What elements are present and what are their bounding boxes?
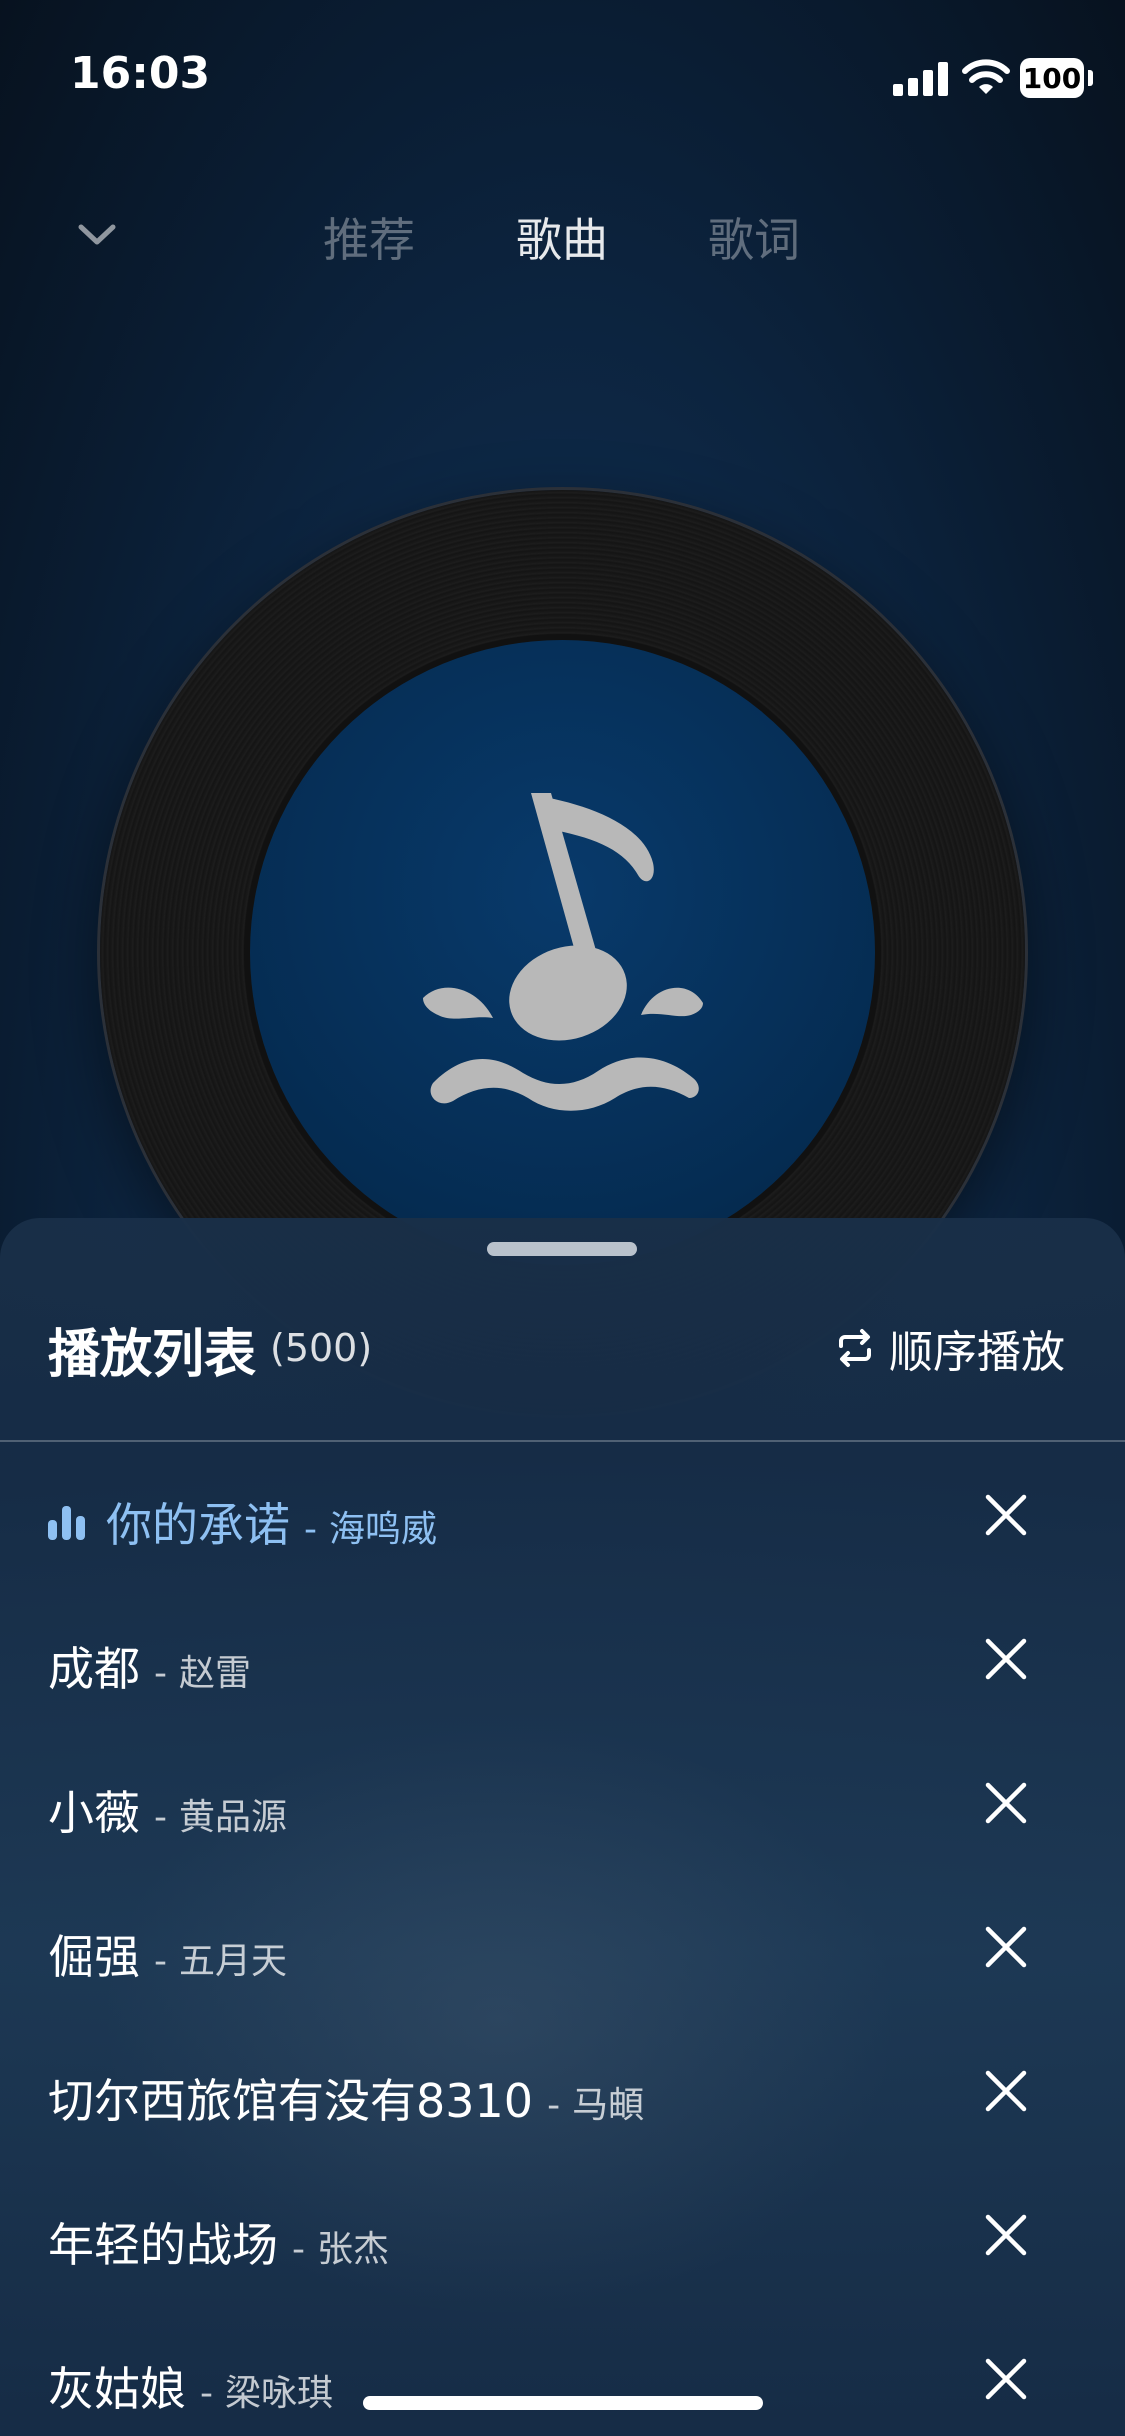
wifi-icon [962, 59, 1010, 94]
playlist-title: 播放列表 [48, 1325, 257, 1385]
song-info: 切尔西旅馆有没有8310 - 马頔 [48, 2065, 644, 2131]
collapse-button[interactable] [72, 210, 122, 260]
song-info: 倔强 - 五月天 [48, 1921, 287, 1987]
chevron-down-icon [78, 224, 116, 245]
close-icon [985, 2358, 1027, 2400]
playlist-list: 你的承诺 - 海鸣威 成都 - 赵雷 小薇 - 黄品源 倔强 - 五月天 切尔西… [0, 1443, 1125, 2436]
song-artist: 张杰 [317, 2229, 390, 2270]
header-divider [0, 1440, 1125, 1442]
tab-recommend[interactable]: 推荐 [323, 204, 415, 270]
playlist-header: 播放列表 (500) 顺序播放 [0, 1278, 1125, 1442]
song-title: 年轻的战场 [48, 2218, 278, 2272]
song-title: 你的承诺 [106, 1498, 290, 1552]
song-title: 倔强 [48, 1930, 140, 1984]
song-info: 你的承诺 - 海鸣威 [48, 1489, 437, 1555]
playlist-row[interactable]: 年轻的战场 - 张杰 [0, 2163, 1125, 2307]
close-icon [985, 1494, 1027, 1536]
close-icon [985, 2214, 1027, 2256]
playlist-sheet: 播放列表 (500) 顺序播放 你的承诺 - 海鸣威 成都 - 赵雷 小薇 - … [0, 1218, 1125, 2436]
repeat-icon [839, 1329, 871, 1367]
status-time: 16:03 [70, 48, 211, 99]
song-artist: 黄品源 [179, 1797, 288, 1838]
close-icon [985, 1926, 1027, 1968]
close-icon [985, 1782, 1027, 1824]
playlist-row[interactable]: 成都 - 赵雷 [0, 1587, 1125, 1731]
song-separator: - [154, 1941, 167, 1982]
close-icon [985, 2070, 1027, 2112]
song-artist: 五月天 [179, 1941, 288, 1982]
playlist-row[interactable]: 倔强 - 五月天 [0, 1875, 1125, 2019]
battery-nub [1088, 70, 1093, 86]
remove-button[interactable] [980, 2065, 1032, 2117]
album-cover [250, 640, 875, 1265]
song-title: 灰姑娘 [48, 2362, 186, 2416]
top-nav: 推荐 歌曲 歌词 [0, 190, 1125, 280]
song-artist: 海鸣威 [329, 1509, 438, 1550]
song-separator: - [547, 2085, 561, 2126]
remove-button[interactable] [980, 1633, 1032, 1685]
remove-button[interactable] [980, 2209, 1032, 2261]
home-indicator[interactable] [363, 2396, 763, 2410]
remove-button[interactable] [980, 1777, 1032, 1829]
close-icon [985, 1638, 1027, 1680]
song-artist: 赵雷 [179, 1653, 252, 1694]
play-mode-button[interactable]: 顺序播放 [835, 1316, 1065, 1380]
song-artist: 马頔 [572, 2085, 645, 2126]
playlist-count: (500) [270, 1326, 373, 1370]
playlist-row[interactable]: 切尔西旅馆有没有8310 - 马頔 [0, 2019, 1125, 2163]
music-note-icon [422, 792, 703, 1111]
song-artist: 梁咏琪 [225, 2373, 334, 2414]
drag-handle[interactable] [487, 1242, 637, 1256]
battery-indicator: 100 [1020, 58, 1084, 98]
remove-button[interactable] [980, 2353, 1032, 2405]
play-mode-label: 顺序播放 [889, 1327, 1065, 1378]
cellular-signal-icon [893, 62, 949, 96]
song-title: 切尔西旅馆有没有8310 [48, 2074, 534, 2128]
song-separator: - [200, 2373, 213, 2414]
tab-lyrics[interactable]: 歌词 [708, 204, 800, 270]
song-info: 小薇 - 黄品源 [48, 1777, 287, 1843]
playlist-row[interactable]: 小薇 - 黄品源 [0, 1731, 1125, 1875]
tab-song[interactable]: 歌曲 [516, 204, 608, 270]
song-info: 年轻的战场 - 张杰 [48, 2209, 389, 2275]
song-title: 小薇 [48, 1786, 140, 1840]
song-separator: - [292, 2229, 305, 2270]
remove-button[interactable] [980, 1921, 1032, 1973]
song-info: 成都 - 赵雷 [48, 1633, 251, 1699]
song-title: 成都 [48, 1642, 140, 1696]
song-separator: - [154, 1653, 167, 1694]
playlist-row[interactable]: 灰姑娘 - 梁咏琪 [0, 2307, 1125, 2436]
song-separator: - [154, 1797, 167, 1838]
remove-button[interactable] [980, 1489, 1032, 1541]
song-info: 灰姑娘 - 梁咏琪 [48, 2353, 333, 2419]
status-bar: 16:03 100 [0, 0, 1125, 150]
playlist-row[interactable]: 你的承诺 - 海鸣威 [0, 1443, 1125, 1587]
song-separator: - [304, 1509, 317, 1550]
equalizer-icon [48, 1504, 88, 1540]
